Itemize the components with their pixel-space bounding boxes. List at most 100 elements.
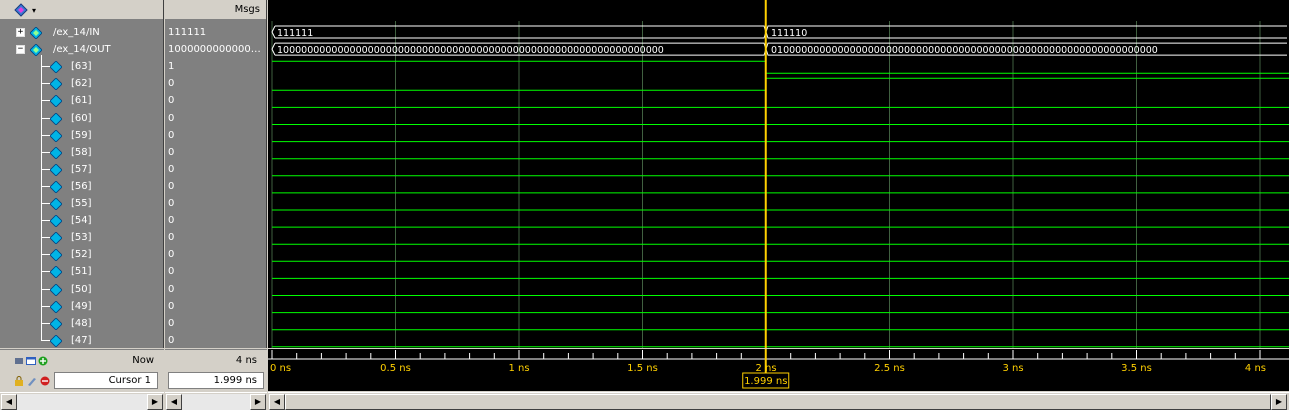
signal-value-row[interactable]: 0 [165, 229, 266, 246]
signal-value-row[interactable]: 0 [165, 110, 266, 127]
signal-row-bit[interactable]: [60] [0, 110, 163, 127]
signal-row-bit[interactable]: [49] [0, 298, 163, 315]
signal-name: [51] [71, 266, 92, 278]
cursor-value-field[interactable]: 1.999 ns [168, 372, 264, 389]
scrollbar-thumb[interactable] [285, 394, 1271, 410]
signal-icon [50, 334, 62, 347]
signal-value-row[interactable]: 0 [165, 315, 266, 332]
signal-icon [50, 78, 62, 91]
scrollbar-track[interactable] [182, 394, 250, 410]
signal-value-row[interactable]: 0 [165, 92, 266, 109]
signal-value-row[interactable]: 0 [165, 195, 266, 212]
expand-icon[interactable]: + [16, 28, 25, 37]
signal-value-row[interactable]: 0 [165, 75, 266, 92]
signal-row-bit[interactable]: [51] [0, 263, 163, 280]
signal-value-row[interactable]: 0 [165, 127, 266, 144]
names-scrollbar[interactable]: ◀ ▶ [0, 392, 164, 410]
window-icon[interactable] [26, 356, 36, 366]
signal-value-row[interactable]: 10000000000000... [165, 41, 266, 58]
scrollbar-track[interactable] [17, 394, 147, 410]
signal-name: [63] [71, 61, 92, 73]
signal-value-row[interactable]: 0 [165, 212, 266, 229]
now-label: Now [132, 355, 154, 366]
signal-value-row[interactable]: 111111 [165, 24, 266, 41]
time-ruler[interactable]: 0 ns 0.5 ns 1 ns 1.5 ns 2 ns 2.5 ns 3 ns 3.5 ns… [268, 349, 1289, 391]
signal-value-row[interactable]: 0 [165, 144, 266, 161]
signal-value: 0 [168, 266, 175, 278]
edit-cursor-icon[interactable] [27, 376, 37, 386]
signal-value: 0 [168, 317, 175, 329]
signal-value-row[interactable]: 1 [165, 58, 266, 75]
signal-icon [50, 249, 62, 262]
signal-row-bit[interactable]: [56] [0, 178, 163, 195]
scroll-right-button[interactable]: ▶ [147, 394, 163, 410]
lock-icon[interactable] [14, 376, 24, 386]
waveform-canvas[interactable]: 111111 111110 1000000000000000000000000000… [268, 0, 1289, 348]
signal-icon [50, 180, 62, 193]
signal-value: 0 [168, 215, 175, 227]
bus-signal-icon [30, 27, 42, 39]
scroll-right-button[interactable]: ▶ [1271, 394, 1287, 410]
delete-cursor-icon[interactable] [40, 376, 50, 386]
signal-row-bit[interactable]: [61] [0, 92, 163, 109]
signal-value-row[interactable]: 0 [165, 263, 266, 280]
signal-row-bit[interactable]: [55] [0, 195, 163, 212]
wave-scrollbar[interactable]: ◀ ▶ [268, 392, 1289, 410]
signal-value-row[interactable]: 0 [165, 178, 266, 195]
waveform-pane[interactable]: 111111 111110 1000000000000000000000000000… [268, 0, 1289, 348]
signal-icon [50, 129, 62, 142]
signal-row-bit[interactable]: [48] [0, 315, 163, 332]
signal-icon [50, 317, 62, 330]
signal-value-row[interactable]: 0 [165, 161, 266, 178]
scroll-right-button[interactable]: ▶ [250, 394, 266, 410]
scroll-left-button[interactable]: ◀ [1, 394, 17, 410]
signal-value: 0 [168, 95, 175, 107]
signal-icon [50, 283, 62, 296]
signal-icon [50, 95, 62, 108]
values-scrollbar[interactable]: ◀ ▶ [165, 392, 267, 410]
add-wave-icon[interactable] [14, 356, 24, 366]
scroll-left-button[interactable]: ◀ [269, 394, 285, 410]
add-cursor-icon[interactable] [38, 356, 48, 366]
wave-window-icon[interactable] [14, 3, 28, 17]
signal-row-bit[interactable]: [57] [0, 161, 163, 178]
signal-value: 0 [168, 198, 175, 209]
timeline-pane[interactable]: 0 ns 0.5 ns 1 ns 1.5 ns 2 ns 2.5 ns 3 ns 3.5 ns… [268, 349, 1289, 391]
cursor-values-pane: 4 ns 1.999 ns [165, 349, 267, 391]
bus-value-label: 111111 [277, 28, 313, 39]
signal-row-bit[interactable]: [59] [0, 127, 163, 144]
signal-value-row[interactable]: 0 [165, 281, 266, 298]
signal-name: [48] [71, 317, 92, 329]
signal-row-bit[interactable]: [62] [0, 75, 163, 92]
signal-row-bit[interactable]: [53] [0, 229, 163, 246]
signal-icon [50, 232, 62, 245]
signal-row-bit[interactable]: [47] [0, 332, 163, 349]
signal-value-row[interactable]: 0 [165, 332, 266, 349]
signal-name: /ex_14/IN [53, 27, 100, 38]
signal-name: [52] [71, 249, 92, 261]
bus-value-label: 1000000000000000000000000000000000000000… [277, 45, 664, 56]
signal-row-bit[interactable]: [54] [0, 212, 163, 229]
signal-row-bus[interactable]: + /ex_14/IN [0, 24, 163, 41]
signal-value-row[interactable]: 0 [165, 298, 266, 315]
ruler-tick-label: 3.5 ns [1121, 363, 1152, 374]
chevron-down-icon[interactable]: ▾ [32, 6, 36, 15]
ruler-tick-label: 2.5 ns [874, 363, 905, 374]
signal-name: [58] [71, 146, 92, 158]
signal-row-bus[interactable]: − /ex_14/OUT [0, 41, 163, 58]
signal-row-bit[interactable]: [52] [0, 246, 163, 263]
signal-name: [47] [71, 334, 92, 346]
signal-name: [57] [71, 163, 92, 175]
ruler-tick-label: 0.5 ns [380, 363, 411, 374]
signal-row-bit[interactable]: [63] [0, 58, 163, 75]
collapse-icon[interactable]: − [16, 45, 25, 55]
names-header: ▾ [0, 0, 163, 20]
signal-row-bit[interactable]: [50] [0, 281, 163, 298]
signal-value: 0 [168, 163, 175, 175]
signal-name: /ex_14/OUT [53, 44, 111, 56]
cursor-name-field[interactable]: Cursor 1 [54, 372, 158, 389]
signal-value-row[interactable]: 0 [165, 246, 266, 263]
scroll-left-button[interactable]: ◀ [166, 394, 182, 410]
signal-row-bit[interactable]: [58] [0, 144, 163, 161]
signal-name: [50] [71, 283, 92, 295]
